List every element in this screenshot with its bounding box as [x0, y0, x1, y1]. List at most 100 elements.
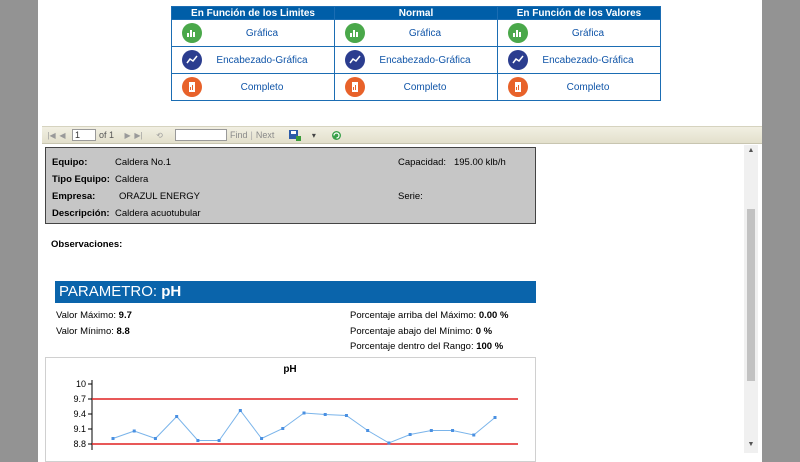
equipment-info-box: Equipo: Caldera No.1 Tipo Equipo: Caldera …: [45, 147, 536, 224]
next-page-icon[interactable]: ▶: [122, 129, 133, 141]
data-point: [111, 437, 115, 440]
parameter-prefix: PARAMETRO:: [59, 283, 162, 300]
scroll-down-icon[interactable]: ▼: [747, 441, 755, 449]
data-point: [344, 414, 348, 417]
link-label: Encabezado-Gráfica: [542, 54, 634, 66]
header-limits: En Función de los Limites: [171, 6, 335, 20]
page-count-label: of 1: [99, 130, 115, 140]
values-encabezado-link[interactable]: Encabezado-Gráfica: [497, 46, 661, 74]
export-icon[interactable]: [288, 129, 302, 141]
report-document-icon: [508, 77, 528, 97]
data-point: [196, 439, 200, 442]
report-type-table: En Función de los Limites Normal En Func…: [171, 6, 661, 101]
export-dropdown-icon[interactable]: ▾: [308, 129, 319, 141]
capacidad-label: Capacidad:: [398, 157, 447, 168]
ph-chart-container: pH 10 9.7 9.4 9.1 8.8: [45, 357, 536, 462]
data-point: [217, 439, 221, 442]
parameter-name: pH: [161, 283, 182, 300]
data-point: [366, 429, 370, 432]
data-point: [451, 429, 455, 432]
toolbar-separator: |: [250, 130, 253, 140]
within-range-stat: Porcentaje dentro del Rango: 100 %: [350, 341, 503, 352]
max-label: Valor Máximo:: [56, 310, 119, 321]
normal-grafica-link[interactable]: Gráfica: [334, 19, 498, 47]
data-point: [175, 415, 179, 418]
link-label: Encabezado-Gráfica: [216, 54, 308, 66]
data-point: [493, 416, 497, 419]
scroll-up-icon[interactable]: ▲: [747, 147, 755, 155]
max-value-stat: Valor Máximo: 9.7: [56, 310, 132, 321]
values-grafica-link[interactable]: Gráfica: [497, 19, 661, 47]
within-value: 100 %: [476, 341, 504, 352]
ph-series-line: [112, 409, 496, 444]
next-link[interactable]: Next: [256, 130, 275, 140]
equipo-label: Equipo:: [52, 157, 88, 168]
y-tick-label: 10: [76, 379, 86, 389]
normal-completo-link[interactable]: Completo: [334, 73, 498, 101]
link-label: Gráfica: [245, 27, 279, 39]
last-page-icon[interactable]: ▶|: [133, 129, 144, 141]
find-link[interactable]: Find: [230, 130, 248, 140]
max-value: 9.7: [118, 310, 132, 321]
ph-line-chart: pH 10 9.7 9.4 9.1 8.8: [73, 364, 518, 450]
header-normal: Normal: [334, 6, 498, 20]
above-value: 0.00 %: [478, 310, 509, 321]
data-point: [302, 411, 306, 415]
link-label: Completo: [403, 81, 447, 93]
link-label: Completo: [240, 81, 284, 93]
data-point: [323, 413, 327, 416]
data-point: [472, 433, 476, 437]
report-viewer-toolbar: |◀ ◀ of 1 ▶ ▶| ⟲ Find | Next ▾: [42, 126, 762, 144]
scroll-thumb[interactable]: [747, 209, 755, 381]
right-frame: [762, 0, 800, 462]
report-content: Equipo: Caldera No.1 Tipo Equipo: Caldera …: [42, 145, 744, 462]
below-label: Porcentaje abajo del Mínimo:: [350, 326, 476, 337]
tipo-label: Tipo Equipo:: [52, 174, 110, 185]
data-point: [281, 427, 285, 430]
link-label: Completo: [566, 81, 610, 93]
data-point: [238, 409, 242, 412]
min-label: Valor Mínimo:: [56, 326, 117, 337]
values-completo-link[interactable]: Completo: [497, 73, 661, 101]
y-tick-label: 8.8: [73, 439, 86, 449]
vertical-scrollbar[interactable]: ▲ ▼: [744, 145, 758, 453]
normal-encabezado-link[interactable]: Encabezado-Gráfica: [334, 46, 498, 74]
data-point: [408, 433, 412, 436]
chart-magnifier-icon: [508, 23, 528, 43]
chart-magnifier-icon: [182, 23, 202, 43]
report-page: En Función de los Limites Normal En Func…: [38, 0, 762, 462]
first-page-icon[interactable]: |◀: [46, 129, 57, 141]
report-document-icon: [182, 77, 202, 97]
capacidad-value: 195.00 klb/h: [453, 157, 506, 168]
empresa-label: Empresa:: [52, 191, 96, 202]
min-value-stat: Valor Mínimo: 8.8: [56, 326, 130, 337]
link-label: Encabezado-Gráfica: [379, 54, 471, 66]
data-point: [429, 429, 433, 432]
y-tick-label: 9.7: [73, 394, 86, 404]
serie-label: Serie:: [398, 191, 423, 202]
prev-page-icon[interactable]: ◀: [57, 129, 68, 141]
line-chart-icon: [345, 50, 365, 70]
below-min-stat: Porcentaje abajo del Mínimo: 0 %: [350, 326, 492, 337]
above-max-stat: Porcentaje arriba del Máximo: 0.00 %: [350, 310, 508, 321]
page-number-input[interactable]: [72, 129, 96, 141]
link-label: Gráfica: [571, 27, 605, 39]
chart-magnifier-icon: [345, 23, 365, 43]
line-chart-icon: [508, 50, 528, 70]
tipo-value: Caldera: [115, 174, 149, 185]
left-frame: [0, 0, 38, 462]
observaciones-label: Observaciones:: [51, 239, 123, 250]
back-icon[interactable]: ⟲: [154, 129, 165, 141]
limits-encabezado-link[interactable]: Encabezado-Gráfica: [171, 46, 335, 74]
line-chart-icon: [182, 50, 202, 70]
y-tick-label: 9.4: [73, 409, 86, 419]
refresh-icon[interactable]: [331, 129, 342, 141]
min-value: 8.8: [116, 326, 130, 337]
limits-grafica-link[interactable]: Gráfica: [171, 19, 335, 47]
limits-completo-link[interactable]: Completo: [171, 73, 335, 101]
find-input[interactable]: [175, 129, 228, 141]
data-point: [153, 437, 157, 440]
equipo-value: Caldera No.1: [115, 157, 171, 168]
below-value: 0 %: [475, 326, 493, 337]
within-label: Porcentaje dentro del Rango:: [350, 341, 477, 352]
